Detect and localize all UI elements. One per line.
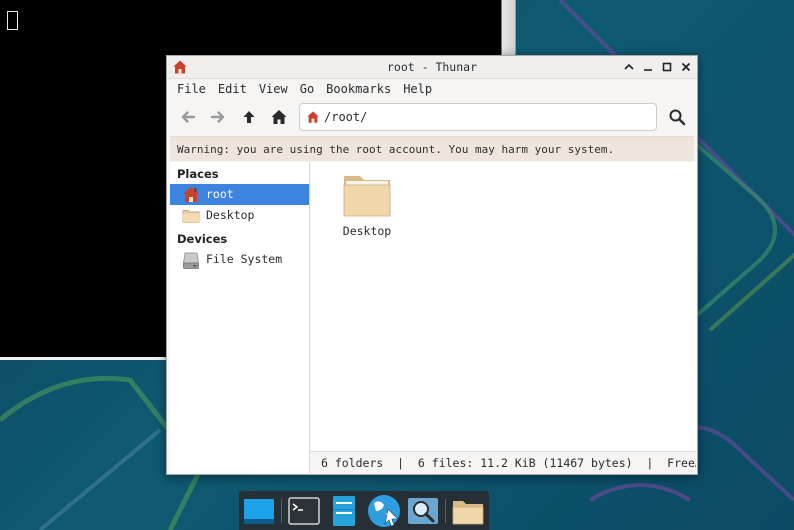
location-bar[interactable]: /root/	[299, 103, 657, 131]
maximize-icon	[662, 62, 672, 72]
search-icon[interactable]	[667, 107, 687, 127]
sidebar-item-label: root	[206, 187, 234, 201]
devices-heading: Devices	[177, 232, 228, 246]
sidebar-item-label: File System	[206, 252, 283, 266]
dock-separator	[281, 499, 282, 523]
thunar-window[interactable]: root - Thunar File Edit View Go Bookmark…	[166, 55, 698, 475]
sidebar: Places root Desktop Devices File System	[170, 162, 310, 473]
close-icon	[681, 62, 691, 72]
menu-go[interactable]: Go	[300, 82, 314, 96]
back-icon[interactable]	[178, 107, 198, 127]
close-button[interactable]	[678, 59, 694, 75]
menu-bookmarks[interactable]: Bookmarks	[326, 82, 391, 96]
file-item-label: Desktop	[342, 224, 392, 238]
home-icon	[307, 111, 319, 123]
home-icon[interactable]	[269, 107, 289, 127]
menu-help[interactable]: Help	[403, 82, 432, 96]
location-path: /root/	[324, 110, 368, 124]
shade-button[interactable]	[621, 59, 637, 75]
minimize-icon	[644, 69, 652, 71]
show-desktop-icon[interactable]	[243, 495, 275, 527]
folder-icon[interactable]	[452, 495, 484, 527]
file-item-desktop[interactable]: Desktop	[339, 172, 395, 240]
places-heading: Places	[177, 167, 219, 181]
root-warning-bar: Warning: you are using the root account.…	[170, 136, 694, 161]
menu-view[interactable]: View	[259, 82, 288, 96]
titlebar[interactable]: root - Thunar	[167, 56, 697, 79]
file-manager-icon[interactable]	[328, 495, 360, 527]
folder-icon	[343, 176, 391, 217]
menu-edit[interactable]: Edit	[218, 82, 247, 96]
window-title: root - Thunar	[386, 60, 477, 74]
drive-icon	[183, 252, 199, 269]
folder-icon	[182, 210, 200, 223]
menu-file[interactable]: File	[177, 82, 206, 96]
maximize-button[interactable]	[659, 59, 675, 75]
forward-icon[interactable]	[208, 107, 228, 127]
window-edge	[502, 0, 516, 56]
dock-separator	[445, 499, 446, 523]
file-view[interactable]: Desktop	[311, 162, 696, 451]
sidebar-item-file-system[interactable]: File System	[170, 249, 309, 272]
up-icon[interactable]	[239, 107, 259, 127]
sidebar-item-label: Desktop	[206, 208, 255, 222]
terminal-cursor	[7, 11, 18, 30]
home-icon	[183, 187, 199, 202]
terminal-icon[interactable]	[288, 495, 320, 527]
chevron-up-icon	[624, 63, 634, 70]
sidebar-item-root[interactable]: root	[170, 184, 309, 205]
menubar: File Edit View Go Bookmarks Help	[167, 79, 697, 99]
sidebar-item-desktop[interactable]: Desktop	[170, 205, 309, 226]
minimize-button[interactable]	[640, 59, 656, 75]
toolbar: /root/	[167, 100, 697, 134]
web-browser-icon[interactable]	[366, 493, 402, 529]
app-finder-icon[interactable]	[407, 495, 439, 527]
dock	[239, 491, 489, 530]
status-bar: 6 folders | 6 files: 11.2 KiB (11467 byt…	[311, 451, 696, 473]
